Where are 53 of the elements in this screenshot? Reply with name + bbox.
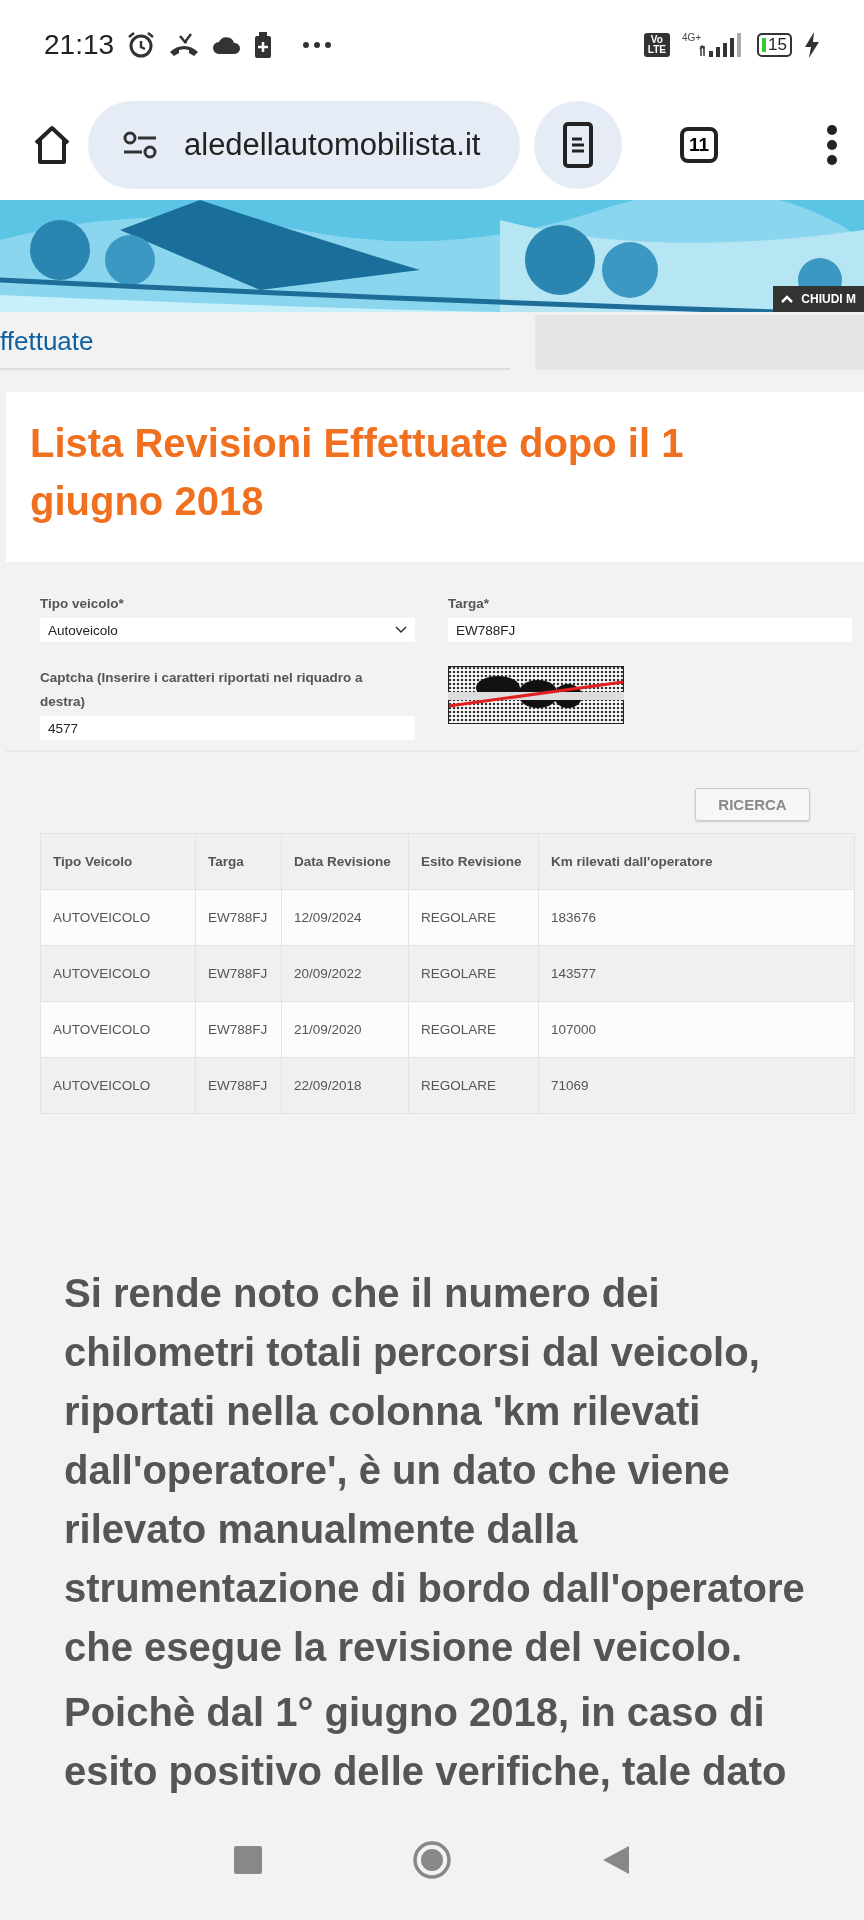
more-notifications-icon: [302, 41, 333, 49]
table-cell: REGOLARE: [408, 1001, 539, 1058]
table-cell: REGOLARE: [408, 889, 539, 946]
table-cell: AUTOVEICOLO: [40, 889, 196, 946]
table-cell: 183676: [538, 889, 855, 946]
document-icon: [563, 122, 593, 168]
table-cell: 12/09/2024: [281, 889, 409, 946]
cloud-icon: [212, 35, 243, 55]
missed-call-icon: [168, 32, 201, 58]
caret-icon: [781, 295, 794, 303]
vehicle-type-dropdown[interactable]: Autoveicolo: [40, 618, 415, 642]
table-cell: AUTOVEICOLO: [40, 1001, 196, 1058]
page-title: Lista Revisioni Effettuate dopo il 1 giugno 2018: [30, 420, 685, 525]
table-cell: 107000: [538, 1001, 855, 1058]
battery-indicator: 15: [757, 33, 792, 57]
table-cell: 22/09/2018: [281, 1057, 409, 1114]
table-cell: 71069: [538, 1057, 855, 1114]
table-cell: 20/09/2022: [281, 945, 409, 1002]
table-cell: AUTOVEICOLO: [40, 945, 196, 1002]
address-bar[interactable]: aledellautomobilista.it: [88, 101, 520, 189]
tab-switcher-button[interactable]: 11: [680, 127, 718, 163]
back-icon[interactable]: [602, 1845, 630, 1875]
column-header: Km rilevati dall'operatore: [538, 833, 855, 890]
section-title: ffettuate: [0, 326, 94, 356]
table-cell: EW788FJ: [195, 1057, 282, 1114]
table-cell: EW788FJ: [195, 1001, 282, 1058]
table-cell: AUTOVEICOLO: [40, 1057, 196, 1114]
notice-paragraph: Poichè dal 1° giugno 2018, in caso di esito positivo delle verifiche, tale dato: [64, 1689, 788, 1795]
clock-time: 21:13: [44, 29, 115, 61]
volte-badge: Vo LTE: [643, 33, 670, 57]
table-cell: EW788FJ: [195, 945, 282, 1002]
column-header: Targa: [195, 833, 282, 890]
table-cell: 21/09/2020: [281, 1001, 409, 1058]
table-cell: 143577: [538, 945, 855, 1002]
field-label: Targa*: [448, 595, 490, 613]
site-settings-icon[interactable]: [122, 130, 158, 160]
table-cell: REGOLARE: [408, 945, 539, 1002]
menu-icon[interactable]: [826, 125, 838, 165]
home-button-icon[interactable]: [412, 1840, 452, 1880]
column-header: Esito Revisione: [408, 833, 539, 890]
close-menu-button[interactable]: CHIUDI M: [773, 286, 864, 312]
field-label: Captcha (Inserire i caratteri riportati nel riquadro a destra): [40, 669, 364, 711]
column-header: Data Revisione: [281, 833, 409, 890]
network-type: 4G+: [681, 32, 702, 43]
table-cell: EW788FJ: [195, 889, 282, 946]
chevron-icon: [395, 626, 407, 634]
table-cell: REGOLARE: [408, 1057, 539, 1114]
battery-saver-icon: [254, 32, 273, 58]
column-header: Tipo Veicolo: [40, 833, 196, 890]
field-label: Tipo veicolo*: [40, 595, 125, 613]
input-field[interactable]: 4577: [40, 716, 415, 740]
input-field[interactable]: EW788FJ: [448, 618, 852, 642]
notice-paragraph: Si rende noto che il numero dei chilometri totali percorsi dal veicolo, riportati nella colonna 'km rilevati dall'operatore', è un dato che viene rilevato manualmente dalla strumentazione di bordo dall'operatore che esegue la revisione del veicolo.: [64, 1270, 806, 1671]
